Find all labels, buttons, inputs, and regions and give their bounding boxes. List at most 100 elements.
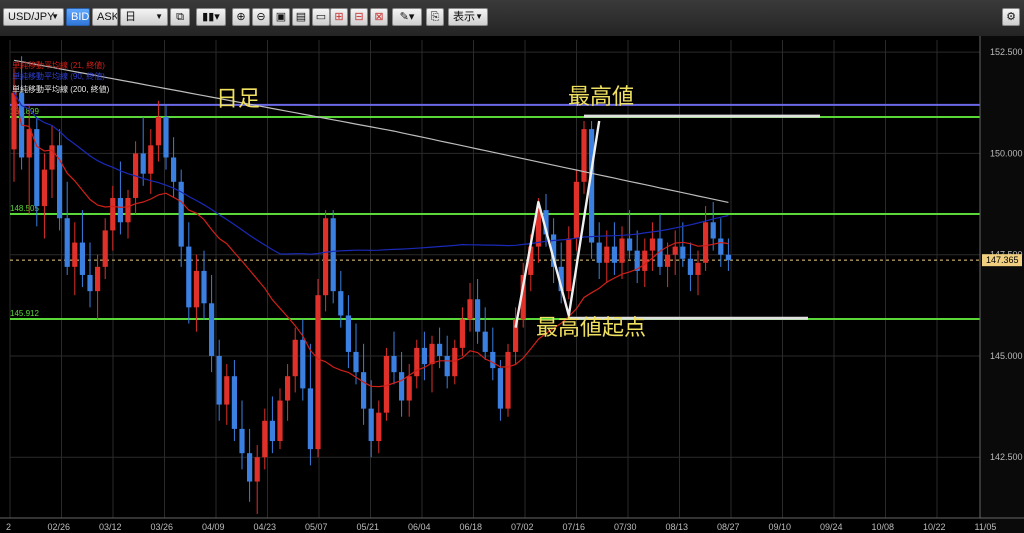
display-label: 表示 (453, 11, 475, 23)
time-tick-label: 03/12 (99, 522, 122, 532)
candle-body (201, 270, 207, 304)
grid-icon[interactable]: ▤ (292, 8, 310, 26)
candle-body (79, 242, 85, 275)
current-price-label: 147.365 (986, 255, 1019, 265)
candle-body (383, 355, 389, 413)
chart-toolbar: USD/JPY ▼ BID ASK 日 ▼ ⧉ ▮▮▾ ⊕ ⊖ ▣ ▤ ▭ ⊞ … (0, 0, 1024, 37)
candle-body (102, 230, 108, 267)
candle-body (315, 295, 321, 450)
candle-body (209, 303, 215, 356)
candle-body (459, 319, 465, 348)
candle-body (26, 129, 32, 158)
candle-body (262, 420, 268, 458)
price-chart[interactable]: 150.899148.505145.912 152.500150.000147.… (0, 36, 1024, 533)
candle-body (163, 116, 169, 158)
candle-body (87, 274, 93, 292)
candle-body (307, 388, 313, 450)
time-tick-label: 07/30 (614, 522, 637, 532)
candle-body (687, 258, 693, 275)
time-tick-label: 11/05 (975, 522, 997, 532)
candle-body (49, 145, 55, 170)
candle-body (193, 270, 199, 308)
fit-icon[interactable]: ▣ (272, 8, 290, 26)
time-tick-label: 05/21 (357, 522, 380, 532)
time-tick-label: 04/23 (254, 522, 277, 532)
time-tick-label: 10/22 (923, 522, 946, 532)
candle-body (41, 169, 47, 207)
time-tick-label: 09/10 (769, 522, 792, 532)
time-tick-label: 08/27 (717, 522, 740, 532)
price-tick-label: 142.500 (990, 452, 1023, 462)
candle-body (627, 238, 633, 251)
horizontal-line-label: 145.912 (10, 309, 39, 318)
screenshot-icon[interactable]: ⎘ (426, 8, 444, 26)
indicator-remove-icon[interactable]: ⊠ (370, 8, 388, 26)
indicator-edit-icon[interactable]: ⊟ (350, 8, 368, 26)
candle-body (475, 299, 481, 332)
candle-body (269, 420, 275, 442)
ask-button[interactable]: ASK (92, 8, 118, 26)
candle-body (421, 347, 427, 365)
zoom-in-icon[interactable]: ⊕ (232, 8, 250, 26)
time-tick-label: 09/24 (820, 522, 843, 532)
candle-body (649, 238, 655, 251)
candle-body (399, 372, 405, 401)
time-tick-label: 05/07 (305, 522, 328, 532)
candle-body (171, 157, 177, 182)
candle-body (57, 145, 63, 219)
candle-body (323, 218, 329, 296)
settings-icon[interactable]: ⚙ (1002, 8, 1020, 26)
candle-body (619, 238, 625, 263)
high-start-annotation: 最高値起点 (536, 316, 646, 341)
candle-body (110, 197, 116, 231)
display-menu[interactable]: 表示 ▼ (448, 8, 488, 26)
symbol-select[interactable]: USD/JPY ▼ (3, 8, 64, 26)
compare-icon[interactable]: ⧉ (170, 8, 190, 26)
symbol-value: USD/JPY (8, 11, 55, 23)
candle-body (444, 355, 450, 377)
candle-body (224, 376, 230, 405)
price-tick-label: 152.500 (990, 47, 1023, 57)
candle-body (497, 368, 503, 409)
candle-body (368, 408, 374, 442)
candle-body (353, 351, 359, 373)
time-tick-label: 06/04 (408, 522, 431, 532)
bid-button[interactable]: BID (66, 8, 90, 26)
chevron-down-icon: ▼ (51, 12, 59, 21)
timeframe-value: 日 (125, 11, 136, 23)
candle-body (247, 453, 253, 482)
candle-body (216, 355, 222, 405)
candle-body (611, 246, 617, 263)
candle-body (665, 254, 671, 267)
legend-ma21: 単純移動平均線 (21, 終値) (12, 60, 105, 70)
time-tick-label: 10/08 (872, 522, 895, 532)
chart-background (0, 36, 1024, 533)
candle-body (300, 339, 306, 389)
candle-body (718, 238, 724, 255)
candle-body (277, 400, 283, 442)
candle-body (581, 129, 587, 182)
candle-body (285, 376, 291, 401)
time-tick-label: 03/26 (151, 522, 174, 532)
candle-body (452, 347, 458, 377)
indicator-add-icon[interactable]: ⊞ (330, 8, 348, 26)
chart-type-icon[interactable]: ▮▮▾ (196, 8, 226, 26)
draw-tool-icon[interactable]: ✎▾ (392, 8, 422, 26)
zoom-out-icon[interactable]: ⊖ (252, 8, 270, 26)
candle-body (596, 242, 602, 263)
candle-body (254, 457, 260, 482)
price-tick-label: 150.000 (990, 148, 1023, 158)
window-icon[interactable]: ▭ (312, 8, 330, 26)
candle-body (710, 222, 716, 239)
timeframe-annotation: 日足 (216, 87, 260, 112)
candle-body (725, 254, 731, 261)
candle-body (490, 351, 496, 369)
candle-body (155, 116, 161, 146)
time-tick-label: 02/26 (48, 522, 71, 532)
candle-body (64, 218, 70, 267)
time-tick-label: 07/02 (511, 522, 534, 532)
candle-body (437, 343, 443, 356)
timeframe-select[interactable]: 日 ▼ (120, 8, 168, 26)
chevron-down-icon: ▼ (155, 12, 163, 21)
candle-body (186, 246, 192, 308)
